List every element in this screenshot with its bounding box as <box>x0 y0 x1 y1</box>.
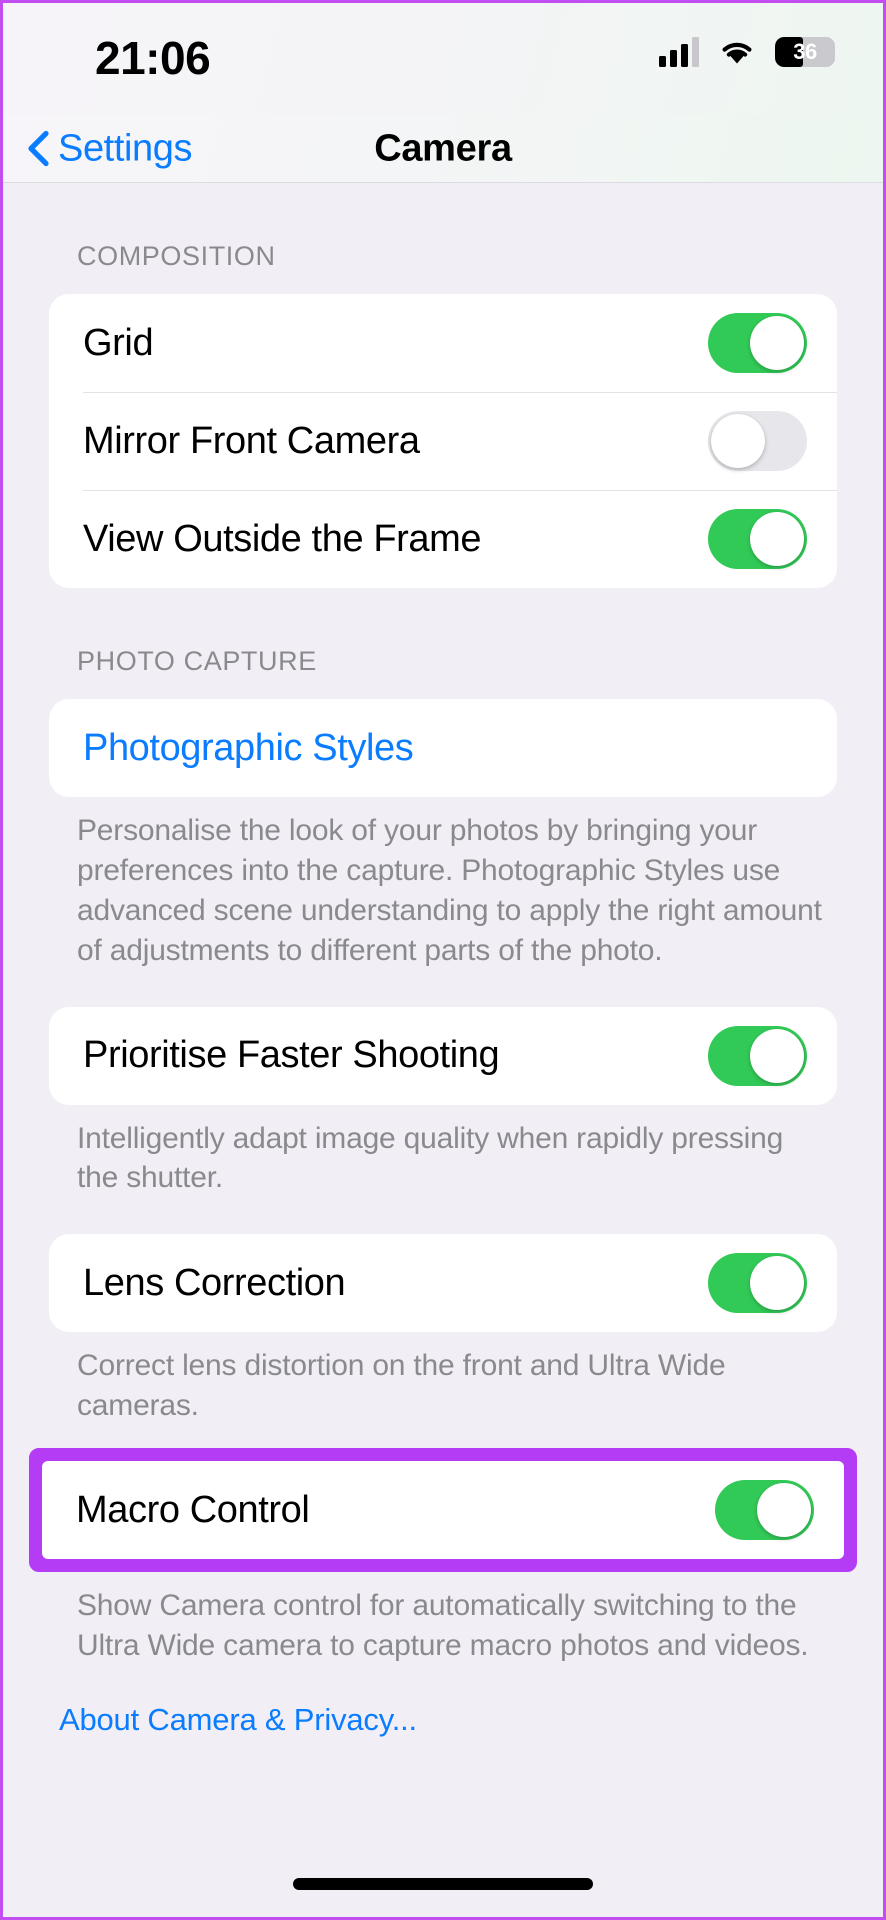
prioritise-faster-shooting-card: Prioritise Faster Shooting <box>49 1006 837 1105</box>
signal-bars-icon <box>659 37 699 67</box>
battery-percent-label: 36 <box>793 39 817 64</box>
settings-list: COMPOSITION Grid Mirror Front Camera Vie… <box>3 183 883 1917</box>
back-button[interactable]: Settings <box>27 127 193 170</box>
composition-card: Grid Mirror Front Camera View Outside th… <box>49 294 837 588</box>
page-title: Camera <box>374 127 512 169</box>
footnote-lens-correction: Correct lens distortion on the front and… <box>77 1349 726 1423</box>
lens-correction-card: Lens Correction <box>49 1234 837 1333</box>
row-label-photographic-styles: Photographic Styles <box>83 726 414 769</box>
macro-control-highlight: Macro Control <box>29 1448 857 1573</box>
status-bar-time: 21:06 <box>95 32 211 84</box>
row-photographic-styles[interactable]: Photographic Styles <box>49 699 837 797</box>
toggle-lens-correction[interactable] <box>708 1253 807 1314</box>
chevron-left-icon <box>27 130 49 167</box>
row-label-view-outside-the-frame: View Outside the Frame <box>83 517 482 560</box>
row-prioritise-faster-shooting[interactable]: Prioritise Faster Shooting <box>49 1007 837 1105</box>
toggle-grid[interactable] <box>708 313 807 373</box>
toggle-mirror-front-camera[interactable] <box>708 411 807 471</box>
footnote-macro-control: Show Camera control for automatically sw… <box>77 1589 809 1663</box>
row-mirror-front-camera[interactable]: Mirror Front Camera <box>49 392 837 490</box>
iphone-screen: 21:06 36 Settings Camera COMPOSITION Gri… <box>0 0 886 1920</box>
about-camera-privacy-link[interactable]: About Camera & Privacy... <box>3 1702 417 1738</box>
row-label-grid: Grid <box>83 321 154 364</box>
photographic-styles-card: Photographic Styles <box>49 699 837 797</box>
wifi-icon <box>718 38 756 66</box>
row-label-mirror-front-camera: Mirror Front Camera <box>83 419 420 462</box>
back-button-label: Settings <box>58 127 193 169</box>
footnote-photographic-styles: Personalise the look of your photos by b… <box>77 814 822 967</box>
section-header-composition: COMPOSITION <box>77 241 276 271</box>
section-header-photo-capture: PHOTO CAPTURE <box>77 646 317 676</box>
toggle-view-outside-the-frame[interactable] <box>708 509 807 569</box>
footnote-prioritise-faster-shooting: Intelligently adapt image quality when r… <box>77 1121 784 1195</box>
toggle-macro-control[interactable] <box>715 1480 814 1541</box>
row-lens-correction[interactable]: Lens Correction <box>49 1234 837 1332</box>
row-grid[interactable]: Grid <box>49 294 837 392</box>
macro-control-card: Macro Control <box>42 1461 844 1560</box>
status-bar-indicators: 36 <box>659 37 835 67</box>
row-macro-control[interactable]: Macro Control <box>42 1461 844 1559</box>
navigation-bar: Settings Camera <box>3 115 883 183</box>
home-indicator[interactable] <box>293 1878 593 1890</box>
status-bar: 21:06 36 <box>3 3 883 115</box>
row-view-outside-the-frame[interactable]: View Outside the Frame <box>49 490 837 588</box>
toggle-prioritise-faster-shooting[interactable] <box>708 1025 807 1086</box>
row-label-prioritise-faster-shooting: Prioritise Faster Shooting <box>83 1034 500 1077</box>
row-label-macro-control: Macro Control <box>76 1488 310 1531</box>
row-label-lens-correction: Lens Correction <box>83 1261 346 1304</box>
battery-icon: 36 <box>775 37 835 67</box>
